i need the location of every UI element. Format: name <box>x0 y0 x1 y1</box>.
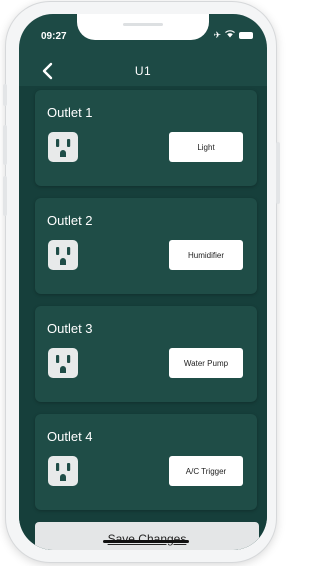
outlet-card: Outlet 2 Humidifier <box>35 198 257 294</box>
app-screen: 09:27 ✈ U1 Outlet 1 Light Outlet 2 Humid… <box>19 14 267 550</box>
wifi-icon <box>225 30 235 40</box>
home-indicator <box>103 540 189 543</box>
outlet-card: Outlet 1 Light <box>35 90 257 186</box>
device-button-light[interactable]: Light <box>169 132 243 162</box>
device-button-humidifier[interactable]: Humidifier <box>169 240 243 270</box>
page-title: U1 <box>134 64 152 78</box>
outlet-icon <box>47 347 79 379</box>
volume-down-button <box>3 176 7 216</box>
outlet-icon <box>47 131 79 163</box>
battery-icon <box>239 31 253 39</box>
outlet-label: Outlet 3 <box>47 321 93 336</box>
notch <box>77 14 209 40</box>
power-button <box>276 142 280 204</box>
volume-up-button <box>3 125 7 165</box>
outlet-label: Outlet 4 <box>47 429 93 444</box>
outlet-label: Outlet 2 <box>47 213 93 228</box>
device-button-ac-trigger[interactable]: A/C Trigger <box>169 456 243 486</box>
airplane-mode-icon: ✈ <box>213 30 221 40</box>
outlet-card: Outlet 4 A/C Trigger <box>35 414 257 510</box>
status-time: 09:27 <box>41 31 67 42</box>
status-icons: ✈ <box>213 30 253 40</box>
outlet-label: Outlet 1 <box>47 105 93 120</box>
save-changes-button[interactable]: Save Changes <box>35 522 259 550</box>
save-changes-label: Save Changes <box>107 532 187 546</box>
outlet-icon <box>47 239 79 271</box>
outlet-card: Outlet 3 Water Pump <box>35 306 257 402</box>
outlet-list: Outlet 1 Light Outlet 2 Humidifier Outle… <box>19 86 267 550</box>
mute-switch <box>3 84 7 106</box>
outlet-icon <box>47 455 79 487</box>
speaker-grille <box>123 23 163 26</box>
device-button-water-pump[interactable]: Water Pump <box>169 348 243 378</box>
